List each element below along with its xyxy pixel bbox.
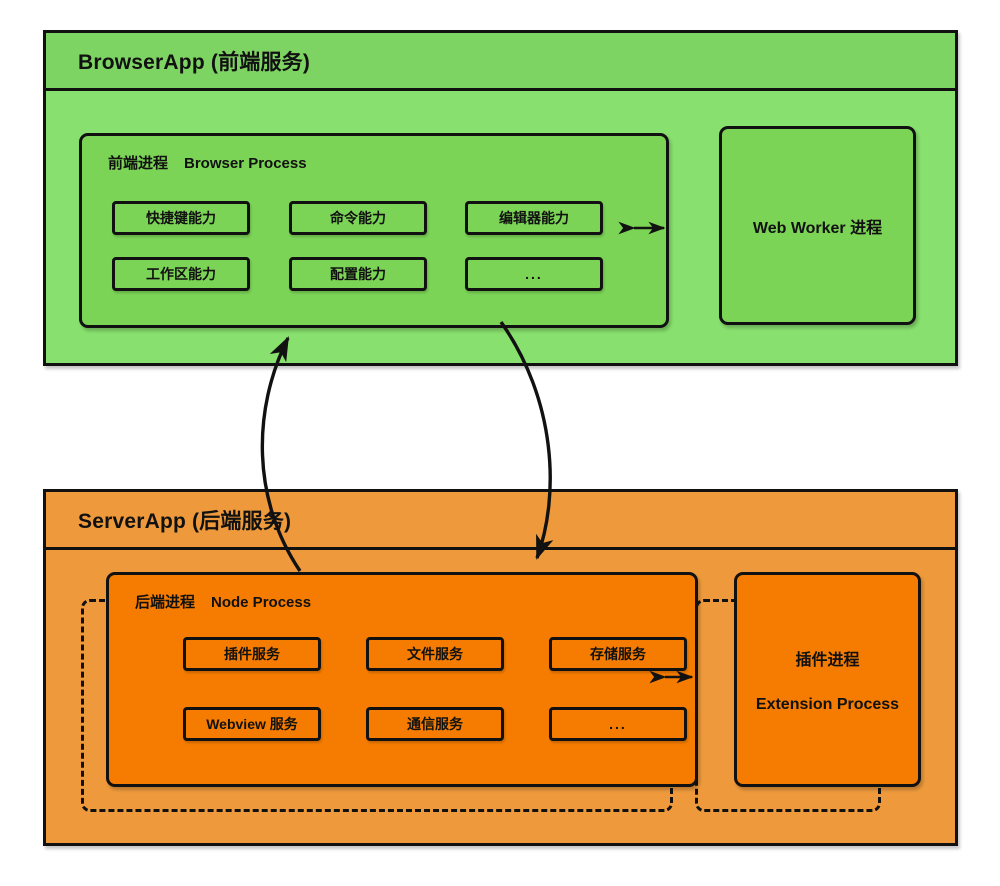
capability-chip-config[interactable]: 配置能力 <box>289 257 427 291</box>
browser-app-title: BrowserApp (前端服务) <box>78 50 311 74</box>
capability-chip-shortcut[interactable]: 快捷键能力 <box>112 201 250 235</box>
extension-process-box: 插件进程 Extension Process <box>734 572 921 787</box>
extension-process-label-cn: 插件进程 <box>795 651 860 669</box>
browser-process-title-cn: 前端进程 <box>108 155 169 172</box>
web-worker-process-box: Web Worker 进程 <box>719 126 916 325</box>
service-chip-more[interactable]: ... <box>549 707 687 741</box>
capability-chip-more[interactable]: ... <box>465 257 603 291</box>
browser-app-header: BrowserApp (前端服务) <box>46 33 955 91</box>
node-process-box: 后端进程 Node Process 插件服务 文件服务 存储服务 Webview … <box>106 572 698 787</box>
browser-process-title: 前端进程 Browser Process <box>108 152 307 173</box>
node-process-title: 后端进程 Node Process <box>135 591 311 612</box>
capability-chip-command[interactable]: 命令能力 <box>289 201 427 235</box>
extension-process-label-en: Extension Process <box>755 695 900 713</box>
node-process-title-cn: 后端进程 <box>135 594 196 611</box>
diagram-canvas: BrowserApp (前端服务) 前端进程 Browser Process 快捷… <box>0 0 1000 886</box>
web-worker-process-label: Web Worker 进程 <box>752 219 883 237</box>
service-chip-plugin[interactable]: 插件服务 <box>183 637 321 671</box>
browser-process-title-en: Browser Process <box>184 155 307 172</box>
service-chip-file[interactable]: 文件服务 <box>366 637 504 671</box>
server-app-header: ServerApp (后端服务) <box>46 492 955 550</box>
browser-process-box: 前端进程 Browser Process 快捷键能力 命令能力 编辑器能力 工作区… <box>79 133 669 328</box>
capability-chip-workspace[interactable]: 工作区能力 <box>112 257 250 291</box>
server-app-container: ServerApp (后端服务) 后端进程 Node Process 插件服务 文… <box>43 489 958 846</box>
service-chip-communication[interactable]: 通信服务 <box>366 707 504 741</box>
node-process-title-en: Node Process <box>211 594 312 611</box>
service-chip-webview[interactable]: Webview 服务 <box>183 707 321 741</box>
service-chip-storage[interactable]: 存储服务 <box>549 637 687 671</box>
browser-app-container: BrowserApp (前端服务) 前端进程 Browser Process 快捷… <box>43 30 958 366</box>
server-app-title: ServerApp (后端服务) <box>78 509 292 533</box>
capability-chip-editor[interactable]: 编辑器能力 <box>465 201 603 235</box>
